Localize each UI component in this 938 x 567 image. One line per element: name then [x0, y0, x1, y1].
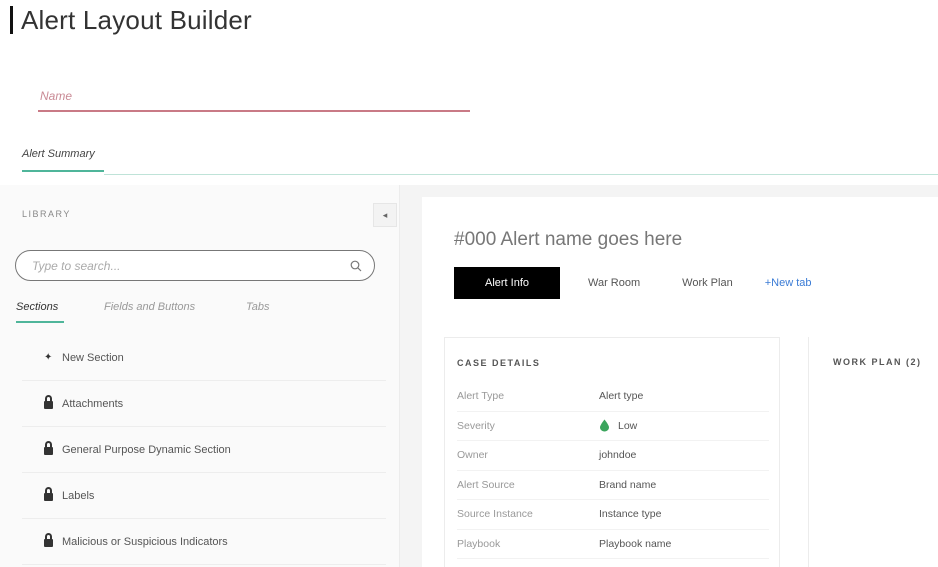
alert-title: #000 Alert name goes here	[454, 229, 683, 250]
library-item-label: Attachments	[62, 397, 124, 410]
tab-alert-summary[interactable]: Alert Summary	[22, 148, 95, 170]
detail-rows: Alert Type Alert type Severity Low Owner…	[457, 382, 769, 559]
library-item-labels[interactable]: Labels	[22, 473, 386, 519]
case-details-section[interactable]: CASE DETAILS Alert Type Alert type Sever…	[444, 337, 780, 567]
library-item-general-purpose-dynamic-section[interactable]: General Purpose Dynamic Section	[22, 427, 386, 473]
library-item-malicious-indicators[interactable]: Malicious or Suspicious Indicators	[22, 519, 386, 565]
chevron-left-icon: ◂	[382, 209, 388, 220]
detail-value: Low	[599, 419, 637, 432]
section-heading: CASE DETAILS	[457, 358, 541, 368]
tab-alert-info[interactable]: Alert Info	[454, 267, 560, 299]
search-input[interactable]	[32, 258, 348, 273]
library-item-label: New Section	[62, 351, 124, 364]
collapse-library-button[interactable]: ◂	[373, 203, 397, 227]
detail-value-text: Brand name	[599, 478, 657, 491]
tab-work-plan[interactable]: Work Plan	[668, 267, 747, 299]
name-input[interactable]	[38, 82, 470, 112]
section-heading: WORK PLAN (2)	[833, 357, 922, 367]
detail-value: Playbook name	[599, 538, 671, 550]
library-search	[15, 250, 375, 281]
detail-label: Alert Source	[457, 478, 515, 491]
page-header: Alert Layout Builder	[10, 4, 252, 36]
new-tab-link[interactable]: +New tab	[761, 267, 816, 299]
library-list: ✦ New Section Attachments General Purpos…	[22, 335, 386, 565]
library-item-label: Malicious or Suspicious Indicators	[62, 535, 228, 548]
name-field-wrapper	[38, 82, 470, 114]
page-title: Alert Layout Builder	[21, 4, 252, 35]
alert-preview-card: #000 Alert name goes here Alert Info War…	[422, 197, 938, 567]
library-item-new-section[interactable]: ✦ New Section	[22, 335, 386, 381]
detail-value-text: Instance type	[599, 508, 662, 521]
tab-sections[interactable]: Sections	[16, 301, 58, 313]
tab-tabs[interactable]: Tabs	[246, 301, 269, 313]
library-panel: LIBRARY ◂ Sections Fields and Buttons Ta…	[0, 185, 400, 567]
detail-row: Playbook Playbook name	[457, 530, 769, 559]
detail-value-text: Low	[618, 419, 638, 432]
detail-value: Alert type	[599, 390, 643, 402]
detail-label: Playbook	[457, 537, 501, 550]
detail-value-text: Alert type	[599, 390, 644, 403]
alert-tabs: Alert Info War Room Work Plan +New tab	[454, 267, 815, 299]
detail-row: Alert Type Alert type	[457, 382, 769, 412]
library-tabs: Sections Fields and Buttons Tabs	[0, 297, 400, 323]
active-tab-underline	[22, 170, 104, 172]
detail-row: Severity Low	[457, 412, 769, 441]
detail-value-text: johndoe	[599, 449, 637, 462]
detail-label: Owner	[457, 449, 488, 462]
title-marker	[10, 6, 13, 34]
active-library-tab-underline	[16, 321, 64, 323]
tab-fields-and-buttons[interactable]: Fields and Buttons	[104, 301, 195, 313]
layout-canvas: #000 Alert name goes here Alert Info War…	[400, 185, 938, 567]
library-item-attachments[interactable]: Attachments	[22, 381, 386, 427]
detail-value: Instance type	[599, 508, 661, 520]
library-heading: LIBRARY	[22, 209, 71, 219]
library-item-label: General Purpose Dynamic Section	[62, 443, 231, 456]
detail-value: Brand name	[599, 479, 656, 491]
detail-value-text: Playbook name	[599, 537, 672, 550]
detail-label: Source Instance	[457, 508, 533, 521]
work-plan-section[interactable]: WORK PLAN (2)	[808, 337, 938, 567]
lock-icon	[44, 486, 58, 501]
lock-icon	[44, 440, 58, 455]
lock-icon	[44, 394, 58, 409]
layout-tabs: Alert Summary	[0, 148, 938, 178]
detail-row: Owner johndoe	[457, 441, 769, 471]
detail-row: Source Instance Instance type	[457, 500, 769, 530]
severity-drop-icon	[600, 419, 609, 432]
plus-icon: ✦	[44, 352, 53, 363]
detail-label: Severity	[457, 419, 495, 432]
search-icon[interactable]	[348, 258, 364, 274]
detail-label: Alert Type	[457, 390, 505, 403]
lock-icon	[44, 532, 58, 547]
tab-war-room[interactable]: War Room	[574, 267, 654, 299]
detail-row: Alert Source Brand name	[457, 471, 769, 500]
detail-value: johndoe	[599, 449, 636, 461]
library-item-label: Labels	[62, 489, 95, 502]
tabs-divider	[104, 174, 938, 175]
